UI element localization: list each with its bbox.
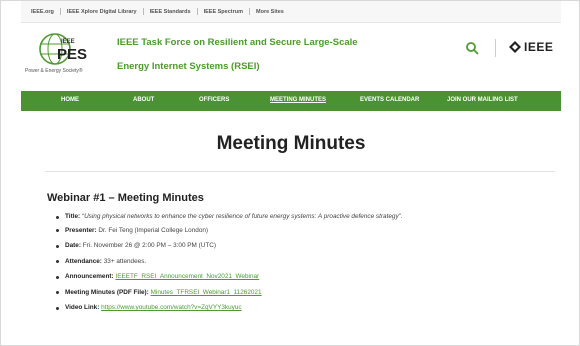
minutes-list: Title: “Using physical networks to enhan… [56, 213, 476, 320]
section-heading: Webinar #1 – Meeting Minutes [47, 192, 204, 204]
ieee-diamond-icon [509, 41, 521, 53]
list-item-presenter: Presenter: Dr. Fei Teng (Imperial Colleg… [56, 227, 476, 236]
announcement-link[interactable]: IEEETF_RSEI_Announcement_Nov2021_Webinar [115, 273, 259, 280]
item-label: Meeting Minutes (PDF File): [65, 288, 149, 296]
item-label: Date: [65, 242, 81, 249]
list-item-attendance: Attendance: 33+ attendees. [56, 258, 476, 267]
utility-link-xplore[interactable]: IEEE Xplore Digital Library [67, 9, 137, 15]
minutes-pdf-link[interactable]: Minutes_TFRSEI_Webinar1_11262021 [151, 289, 262, 296]
nav-officers[interactable]: OFFICERS [199, 97, 229, 103]
nav-join-mailing-list[interactable]: JOIN OUR MAILING LIST [447, 97, 518, 103]
item-label: Announcement: [65, 273, 114, 280]
item-label: Video Link: [65, 304, 100, 311]
search-icon[interactable] [465, 41, 479, 55]
nav-meeting-minutes[interactable]: MEETING MINUTES [270, 97, 326, 103]
pes-logo-text: PES [57, 46, 87, 63]
pes-logo-small: IEEE [61, 39, 75, 45]
ieee-logo-text: IEEE [524, 40, 554, 54]
utility-link-standards[interactable]: IEEE Standards [150, 9, 191, 15]
site-title-line2[interactable]: Energy Internet Systems (RSEI) [117, 61, 260, 72]
page-title: Meeting Minutes [216, 133, 366, 154]
nav-events-calendar[interactable]: EVENTS CALENDAR [360, 97, 419, 103]
site-title-line1[interactable]: IEEE Task Force on Resilient and Secure … [117, 37, 358, 48]
main-nav: HOME ABOUT OFFICERS MEETING MINUTES EVEN… [21, 91, 561, 111]
divider [196, 8, 198, 15]
nav-home[interactable]: HOME [61, 97, 79, 103]
list-item-announcement: Announcement: IEEETF_RSEI_Announcement_N… [56, 273, 476, 282]
divider [249, 8, 251, 15]
utility-link-spectrum[interactable]: IEEE Spectrum [204, 9, 243, 15]
site-header: IEEE PES Power & Energy Society® IEEE Ta… [21, 23, 561, 89]
utility-link-ieee-org[interactable]: IEEE.org [31, 9, 54, 15]
item-value: Dr. Fei Teng (Imperial College London) [98, 226, 209, 234]
list-item-title: Title: “Using physical networks to enhan… [56, 213, 476, 222]
logo-caption: Power & Energy Society® [25, 68, 83, 74]
list-item-video: Video Link: https://www.youtube.com/watc… [56, 304, 476, 313]
browser-frame: IEEE.org IEEE Xplore Digital Library IEE… [0, 0, 580, 346]
divider [142, 8, 144, 15]
header-divider [495, 39, 496, 57]
item-value: “Using physical networks to enhance the … [81, 213, 403, 220]
utility-bar: IEEE.org IEEE Xplore Digital Library IEE… [21, 1, 561, 23]
item-label: Attendance: [65, 257, 102, 265]
divider [59, 8, 61, 15]
utility-link-more-sites[interactable]: More Sites [256, 9, 284, 15]
item-value: Fri. November 26 @ 2:00 PM – 3:00 PM (UT… [82, 242, 217, 249]
item-value: 33+ attendees. [103, 257, 147, 265]
item-label: Title: [65, 213, 81, 220]
title-divider [45, 171, 555, 172]
nav-about[interactable]: ABOUT [133, 97, 154, 103]
video-link[interactable]: https://www.youtube.com/watch?v=ZqVYY3ku… [101, 304, 241, 311]
item-label: Presenter: [65, 226, 97, 234]
ieee-logo[interactable]: IEEE [509, 38, 553, 56]
list-item-minutes-pdf: Meeting Minutes (PDF File): Minutes_TFRS… [56, 289, 476, 298]
list-item-date: Date: Fri. November 26 @ 2:00 PM – 3:00 … [56, 242, 476, 251]
